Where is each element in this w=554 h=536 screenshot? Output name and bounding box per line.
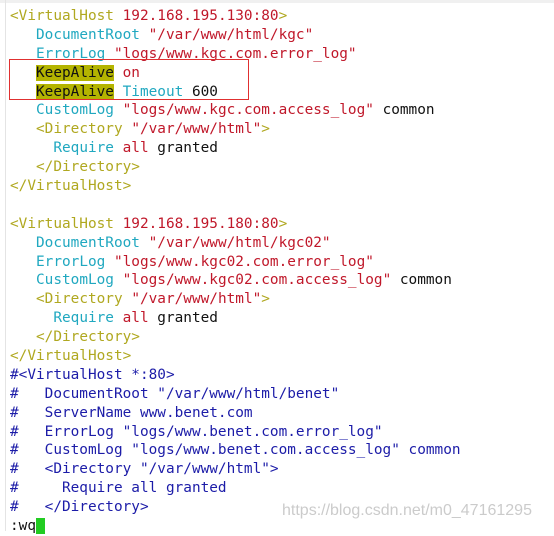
- code-token: "logs/www.kgc02.com.error_log": [105, 253, 374, 270]
- code-token: </VirtualHost>: [10, 178, 132, 195]
- code-token: "/var/www/html/kgc02": [139, 234, 331, 251]
- code-line: # DocumentRoot "/var/www/html/benet": [10, 385, 461, 404]
- code-token: Require: [53, 310, 114, 327]
- code-line: DocumentRoot "/var/www/html/kgc": [10, 26, 461, 45]
- code-token: # </Directory>: [10, 499, 149, 516]
- code-line: # <Directory "/var/www/html">: [10, 460, 461, 479]
- code-token: "/var/www/html": [131, 121, 262, 138]
- code-token: all: [113, 310, 149, 327]
- code-token: CustomLog: [36, 272, 114, 289]
- code-token: common: [391, 272, 452, 289]
- code-token: all: [113, 140, 149, 157]
- code-line: # CustomLog "logs/www.benet.com.access_l…: [10, 441, 461, 460]
- code-token: # <Directory "/var/www/html">: [10, 461, 279, 478]
- code-line: DocumentRoot "/var/www/html/kgc02": [10, 234, 461, 253]
- keepalive-highlight-box: [9, 59, 249, 100]
- code-token: # ServerName www.benet.com: [10, 404, 253, 421]
- code-token: granted: [148, 140, 218, 157]
- code-token: 192.168.195.180:80: [122, 215, 279, 232]
- window-top-edge: [0, 0, 554, 3]
- code-token: # CustomLog "logs/www.benet.com.access_l…: [10, 442, 461, 459]
- code-token: </Directory>: [36, 329, 140, 346]
- code-token: <VirtualHost: [10, 8, 123, 24]
- code-token: granted: [148, 310, 218, 327]
- code-line: CustomLog "logs/www.kgc.com.access_log" …: [10, 101, 461, 120]
- code-line: <VirtualHost 192.168.195.130:80>: [10, 7, 461, 26]
- code-line: </VirtualHost>: [10, 347, 461, 366]
- code-token: >: [278, 215, 288, 232]
- watermark: https://blog.csdn.net/m0_47161295: [282, 502, 532, 519]
- code-line: <Directory "/var/www/html">: [10, 120, 461, 139]
- code-line: <VirtualHost 192.168.195.180:80>: [10, 215, 461, 234]
- code-token: CustomLog: [36, 102, 114, 119]
- code-token: </VirtualHost>: [10, 348, 132, 365]
- code-token: <VirtualHost: [10, 215, 123, 232]
- code-token: ErrorLog: [36, 253, 106, 270]
- code-line: <Directory "/var/www/html">: [10, 290, 461, 309]
- code-line: ErrorLog "logs/www.kgc02.com.error_log": [10, 253, 461, 272]
- code-token: >: [261, 291, 270, 308]
- code-token: # ErrorLog "logs/www.benet.com.error_log…: [10, 423, 383, 440]
- code-token: DocumentRoot: [36, 234, 140, 251]
- code-line: Require all granted: [10, 309, 461, 328]
- code-token: # DocumentRoot "/var/www/html/benet": [10, 385, 340, 402]
- code-line: Require all granted: [10, 139, 461, 158]
- code-line: </Directory>: [10, 158, 461, 177]
- code-line: # ErrorLog "logs/www.benet.com.error_log…: [10, 423, 461, 442]
- code-line: CustomLog "logs/www.kgc02.com.access_log…: [10, 271, 461, 290]
- code-token: <Directory: [36, 121, 132, 138]
- code-token: >: [278, 8, 288, 24]
- code-line: # Require all granted: [10, 479, 461, 498]
- code-token: "/var/www/html/kgc": [139, 26, 314, 43]
- code-line: </Directory>: [10, 328, 461, 347]
- code-token: <Directory: [36, 291, 132, 308]
- code-line: </VirtualHost>: [10, 177, 461, 196]
- code-line: #<VirtualHost *:80>: [10, 366, 461, 385]
- code-token: </Directory>: [36, 159, 140, 176]
- editor-gutter-line: [5, 0, 6, 531]
- code-token: "/var/www/html": [131, 291, 262, 308]
- code-line: # ServerName www.benet.com: [10, 404, 461, 423]
- code-token: # Require all granted: [10, 480, 227, 497]
- code-token: common: [373, 102, 435, 119]
- code-token: "logs/www.kgc02.com.access_log": [113, 272, 392, 289]
- code-token: >: [261, 121, 270, 138]
- code-token: #<VirtualHost *:80>: [10, 366, 175, 383]
- code-token: 192.168.195.130:80: [122, 8, 279, 24]
- code-token: "logs/www.kgc.com.access_log": [113, 102, 374, 119]
- cursor: [36, 518, 45, 535]
- code-token: Require: [53, 140, 114, 157]
- code-token: DocumentRoot: [36, 26, 140, 43]
- command-text: :wq: [10, 518, 36, 535]
